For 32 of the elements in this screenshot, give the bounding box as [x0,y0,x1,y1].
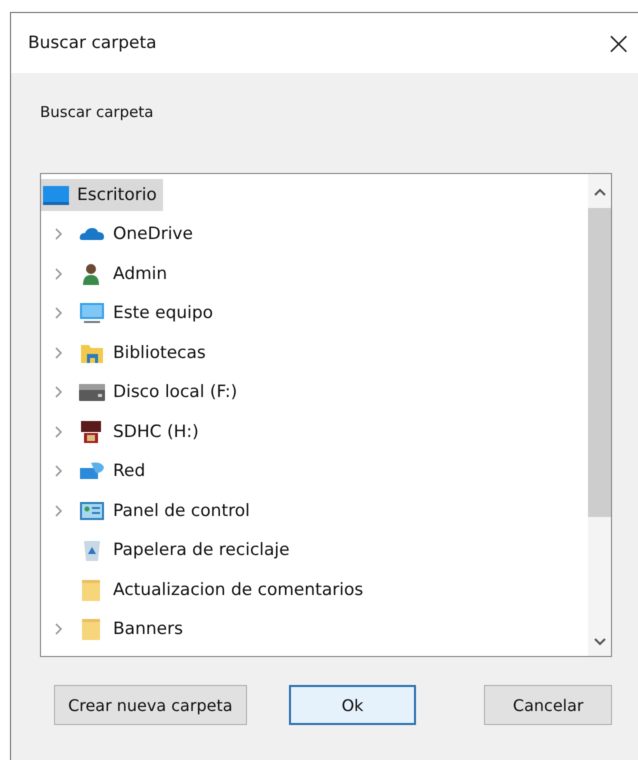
scrollbar[interactable] [588,174,611,656]
prompt-text: Buscar carpeta [40,103,154,121]
expand-chevron-icon[interactable] [55,623,63,636]
tree-item[interactable]: OneDrive [77,218,199,250]
dialog-button[interactable]: Cancelar [484,685,612,725]
scroll-up-icon[interactable] [594,188,606,196]
expand-chevron-icon[interactable] [55,346,63,359]
tree-item[interactable]: SDHC (H:) [77,416,205,448]
expand-chevron-icon[interactable] [55,465,63,478]
expand-chevron-icon[interactable] [55,426,63,438]
tree-item[interactable]: Escritorio [41,178,163,211]
expand-chevron-icon[interactable] [55,268,63,280]
window-title: Buscar carpeta [28,33,157,53]
tree-item[interactable]: Bibliotecas [77,336,212,369]
scroll-thumb[interactable] [588,208,611,518]
tree-item[interactable]: Actualizacion de comentarios [77,574,370,606]
tree-item[interactable]: Papelera de reciclaje [77,534,296,566]
dialog-button[interactable]: Crear nueva carpeta [54,685,247,725]
expand-chevron-icon[interactable] [55,307,63,320]
tree-item[interactable]: Red [77,455,152,488]
expand-chevron-icon[interactable] [55,504,63,517]
expand-chevron-icon[interactable] [55,386,63,398]
scroll-down-icon[interactable] [594,638,606,646]
tree-item[interactable]: Banners [77,613,189,646]
tree-item[interactable]: Panel de control [77,494,256,527]
monitor-icon [79,301,105,326]
tree-item[interactable]: Admin [77,258,174,290]
dialog-button[interactable]: Ok [288,685,416,725]
expand-chevron-icon[interactable] [55,228,63,240]
tree-item[interactable]: Disco local (F:) [77,376,244,408]
tree-item[interactable]: Este equipo [77,297,220,330]
close-button[interactable]: × [599,24,638,62]
